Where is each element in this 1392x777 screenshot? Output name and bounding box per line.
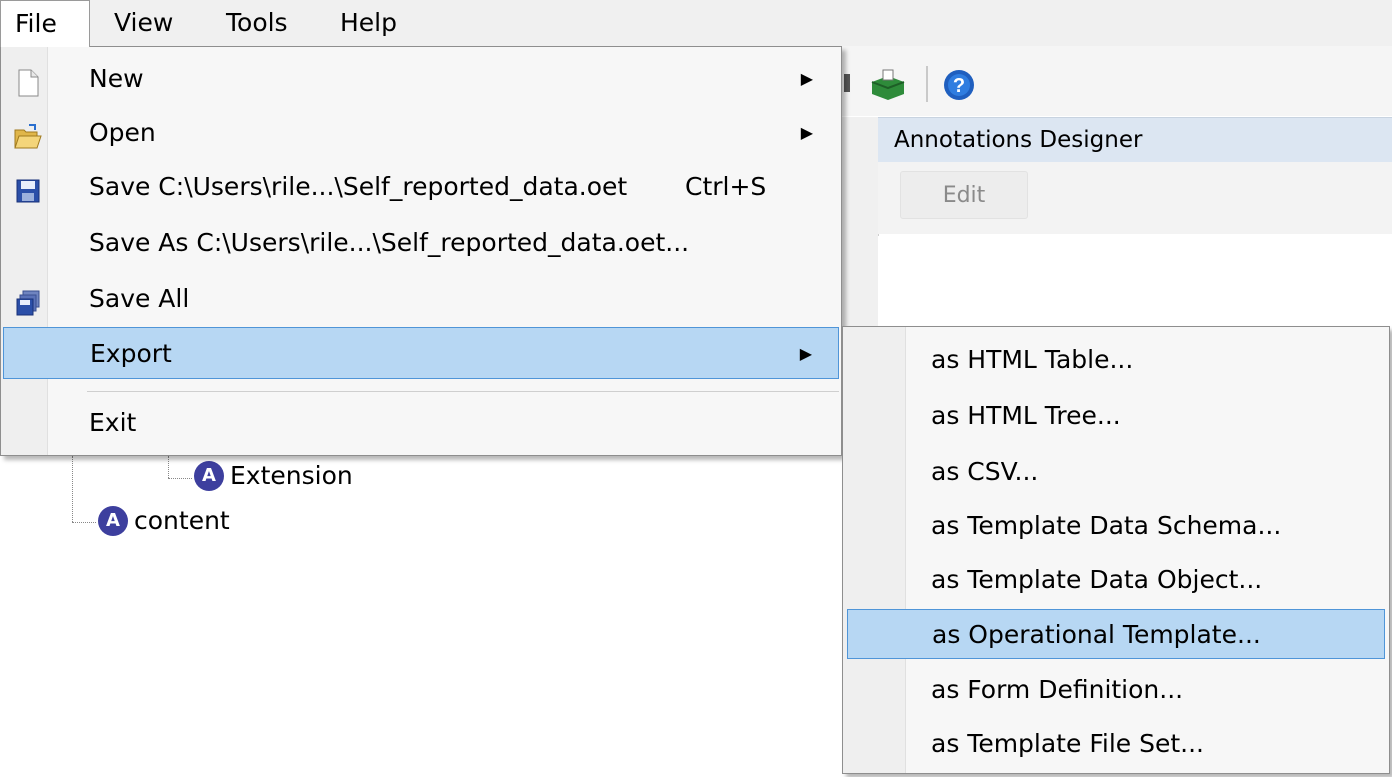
submenu-item-label: as HTML Tree... xyxy=(931,401,1121,430)
annotations-body xyxy=(878,236,1392,336)
export-operational-template[interactable]: as Operational Template... xyxy=(847,609,1385,659)
tree-connector xyxy=(168,456,169,478)
menu-item-label: Exit xyxy=(89,408,137,437)
tree-connector xyxy=(168,478,192,479)
tree-connector xyxy=(72,522,96,523)
package-icon[interactable] xyxy=(868,68,908,106)
submenu-item-label: as HTML Table... xyxy=(931,345,1134,374)
menu-item-open[interactable]: Open ▶ xyxy=(3,107,839,159)
file-menu-dropdown: New ▶ Open ▶ Save C:\Users\rile...\Self_… xyxy=(0,46,842,456)
submenu-item-label: as Template Data Object... xyxy=(931,565,1263,594)
tree-item-label: content xyxy=(134,506,230,535)
menu-item-new[interactable]: New ▶ xyxy=(3,53,839,105)
submenu-arrow-icon: ▶ xyxy=(800,69,813,88)
export-template-file-set[interactable]: as Template File Set... xyxy=(847,719,1385,769)
tree-item-content[interactable]: A content xyxy=(98,503,230,539)
menu-item-label: New xyxy=(89,64,144,93)
menu-tools[interactable]: Tools xyxy=(212,0,302,46)
menu-item-export[interactable]: Export ▶ xyxy=(3,327,839,379)
toolbar-separator xyxy=(926,66,928,102)
menu-view[interactable]: View xyxy=(100,0,187,46)
export-template-data-object[interactable]: as Template Data Object... xyxy=(847,555,1385,605)
menu-separator xyxy=(87,391,839,392)
export-submenu: as HTML Table... as HTML Tree... as CSV.… xyxy=(842,326,1390,774)
menu-item-save[interactable]: Save C:\Users\rile...\Self_reported_data… xyxy=(3,161,839,213)
help-icon[interactable]: ? xyxy=(942,68,976,106)
tree-connector xyxy=(72,456,73,522)
open-folder-icon xyxy=(13,118,43,149)
edit-button[interactable]: Edit xyxy=(900,171,1028,219)
export-template-data-schema[interactable]: as Template Data Schema... xyxy=(847,501,1385,551)
menubar: File View Tools Help xyxy=(0,0,1392,47)
tree-item-label: Extension xyxy=(230,461,353,490)
menu-item-label: Save As C:\Users\rile...\Self_reported_d… xyxy=(89,228,690,257)
attribute-icon: A xyxy=(194,461,224,491)
toolbar-partial-icon[interactable] xyxy=(842,68,854,98)
menu-item-label: Open xyxy=(89,118,156,147)
attribute-icon: A xyxy=(98,506,128,536)
menu-item-save-all[interactable]: Save All xyxy=(3,273,839,325)
export-html-table[interactable]: as HTML Table... xyxy=(847,335,1385,385)
annotations-designer-header: Annotations Designer xyxy=(878,117,1392,162)
export-html-tree[interactable]: as HTML Tree... xyxy=(847,391,1385,441)
submenu-item-label: as CSV... xyxy=(931,457,1039,486)
new-document-icon xyxy=(13,64,43,97)
save-all-icon xyxy=(13,284,43,316)
menu-item-save-as[interactable]: Save As C:\Users\rile...\Self_reported_d… xyxy=(3,217,839,269)
export-csv[interactable]: as CSV... xyxy=(847,447,1385,497)
menu-item-label: Export xyxy=(90,339,172,368)
menu-help[interactable]: Help xyxy=(326,0,411,46)
export-form-definition[interactable]: as Form Definition... xyxy=(847,665,1385,715)
submenu-item-label: as Template File Set... xyxy=(931,729,1204,758)
menu-item-label: Save All xyxy=(89,284,190,313)
tree-item-extension[interactable]: A Extension xyxy=(194,458,353,494)
submenu-arrow-icon: ▶ xyxy=(799,344,812,363)
save-icon xyxy=(13,172,43,203)
menu-item-shortcut: Ctrl+S xyxy=(685,172,767,201)
submenu-arrow-icon: ▶ xyxy=(800,123,813,142)
left-panel-edge xyxy=(838,117,879,337)
svg-text:?: ? xyxy=(953,75,965,97)
menu-item-exit[interactable]: Exit xyxy=(3,397,839,449)
submenu-item-label: as Operational Template... xyxy=(932,620,1261,649)
menu-item-label: Save C:\Users\rile...\Self_reported_data… xyxy=(89,172,628,201)
submenu-item-label: as Template Data Schema... xyxy=(931,511,1282,540)
submenu-item-label: as Form Definition... xyxy=(931,675,1184,704)
menu-file[interactable]: File xyxy=(0,0,90,47)
